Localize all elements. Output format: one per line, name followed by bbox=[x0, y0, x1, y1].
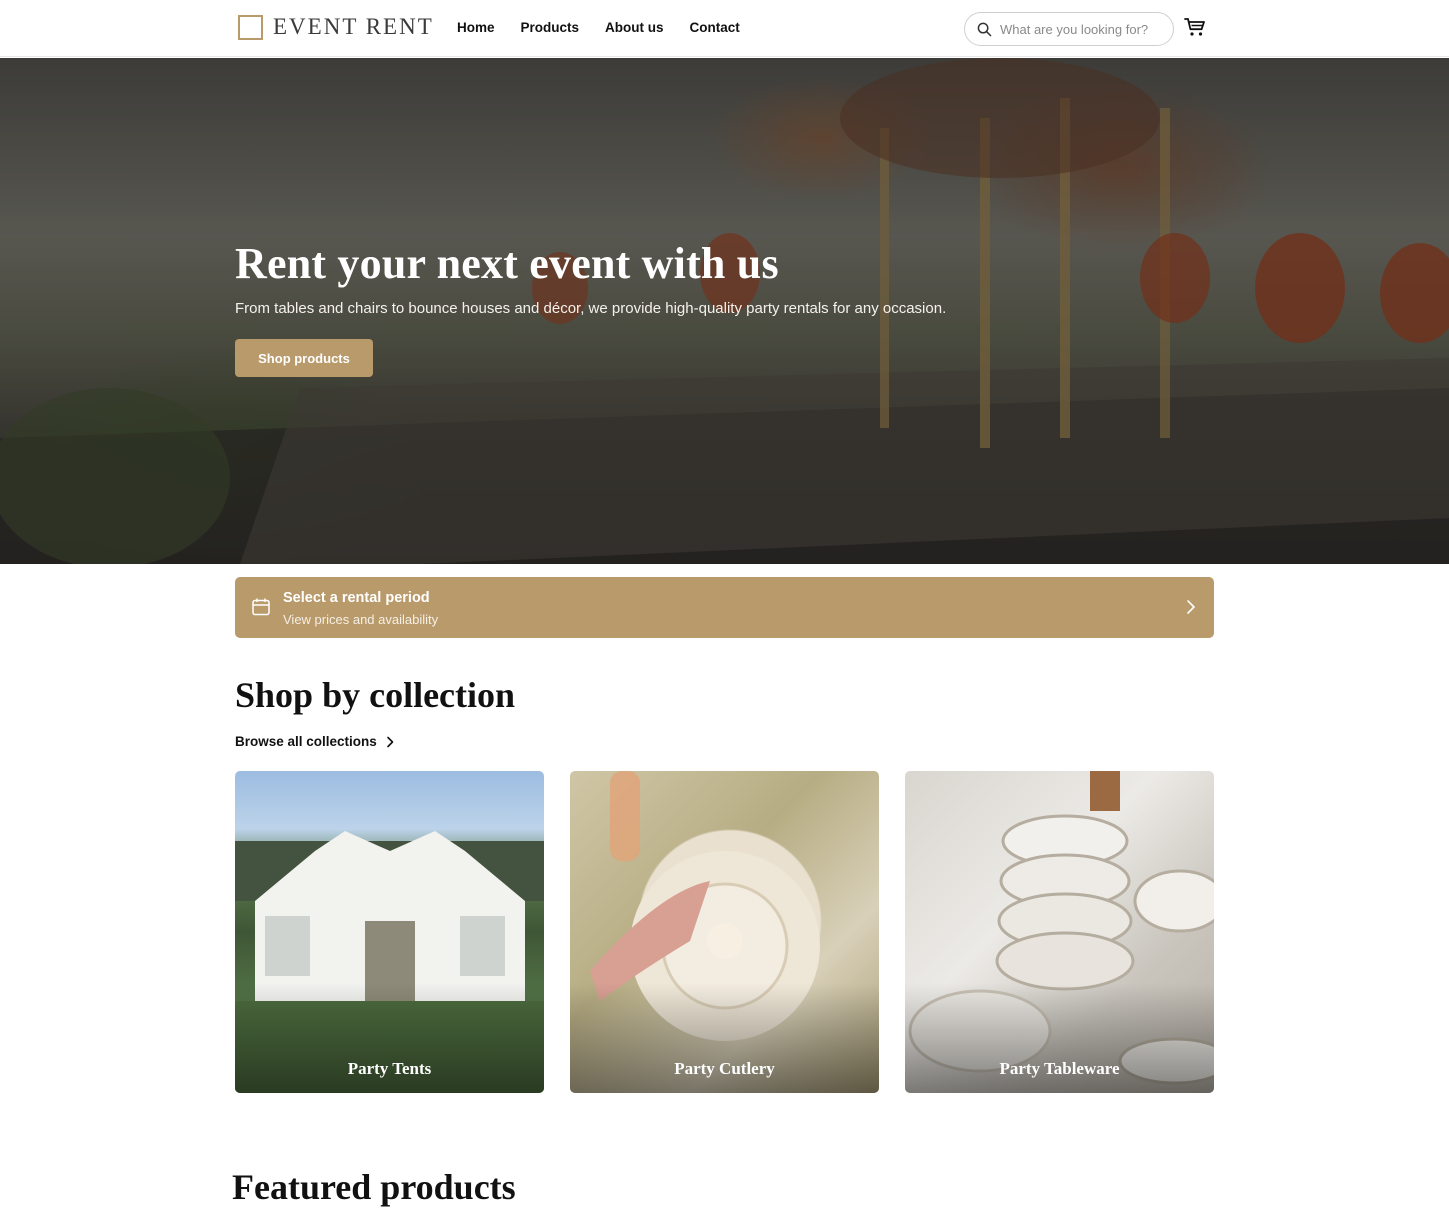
browse-all-label: Browse all collections bbox=[235, 734, 377, 749]
hero-title: Rent your next event with us bbox=[235, 239, 779, 288]
rental-period-selector[interactable]: Select a rental period View prices and a… bbox=[235, 577, 1214, 638]
logo[interactable]: EVENT RENT bbox=[238, 14, 434, 40]
rental-subtitle: View prices and availability bbox=[283, 612, 439, 627]
rental-title: Select a rental period bbox=[283, 590, 430, 606]
nav-home[interactable]: Home bbox=[457, 20, 495, 35]
shop-products-button[interactable]: Shop products bbox=[235, 339, 373, 377]
collection-card-party-tableware[interactable]: Party Tableware bbox=[905, 771, 1214, 1093]
logo-text: EVENT RENT bbox=[273, 14, 434, 39]
hero-subtitle: From tables and chairs to bounce houses … bbox=[235, 300, 947, 317]
collection-label: Party Tents bbox=[347, 1059, 432, 1078]
featured-products-title: Featured products bbox=[232, 1167, 516, 1207]
collection-label: Party Cutlery bbox=[674, 1059, 775, 1078]
collection-card-party-tents[interactable]: Party Tents bbox=[235, 771, 544, 1093]
collection-card-party-cutlery[interactable]: Party Cutlery bbox=[570, 771, 879, 1093]
logo-mark bbox=[238, 14, 263, 40]
chevron-right-icon bbox=[1187, 600, 1195, 614]
nav-contact[interactable]: Contact bbox=[690, 20, 740, 35]
site-header: EVENT RENT Home Products About us Contac… bbox=[0, 0, 1449, 57]
browse-all-collections-link[interactable]: Browse all collections bbox=[235, 734, 395, 749]
collection-label: Party Tableware bbox=[999, 1059, 1120, 1078]
search-input[interactable] bbox=[1000, 21, 1160, 37]
chevron-right-icon bbox=[386, 736, 394, 747]
nav-about-us[interactable]: About us bbox=[605, 20, 664, 35]
collections-title: Shop by collection bbox=[235, 675, 516, 715]
calendar-icon bbox=[252, 598, 270, 616]
main-nav: Home Products About us Contact bbox=[457, 20, 740, 35]
nav-products[interactable]: Products bbox=[521, 20, 580, 35]
cart-icon[interactable] bbox=[1183, 15, 1207, 39]
search-icon bbox=[977, 22, 992, 36]
search-box[interactable] bbox=[964, 12, 1174, 46]
